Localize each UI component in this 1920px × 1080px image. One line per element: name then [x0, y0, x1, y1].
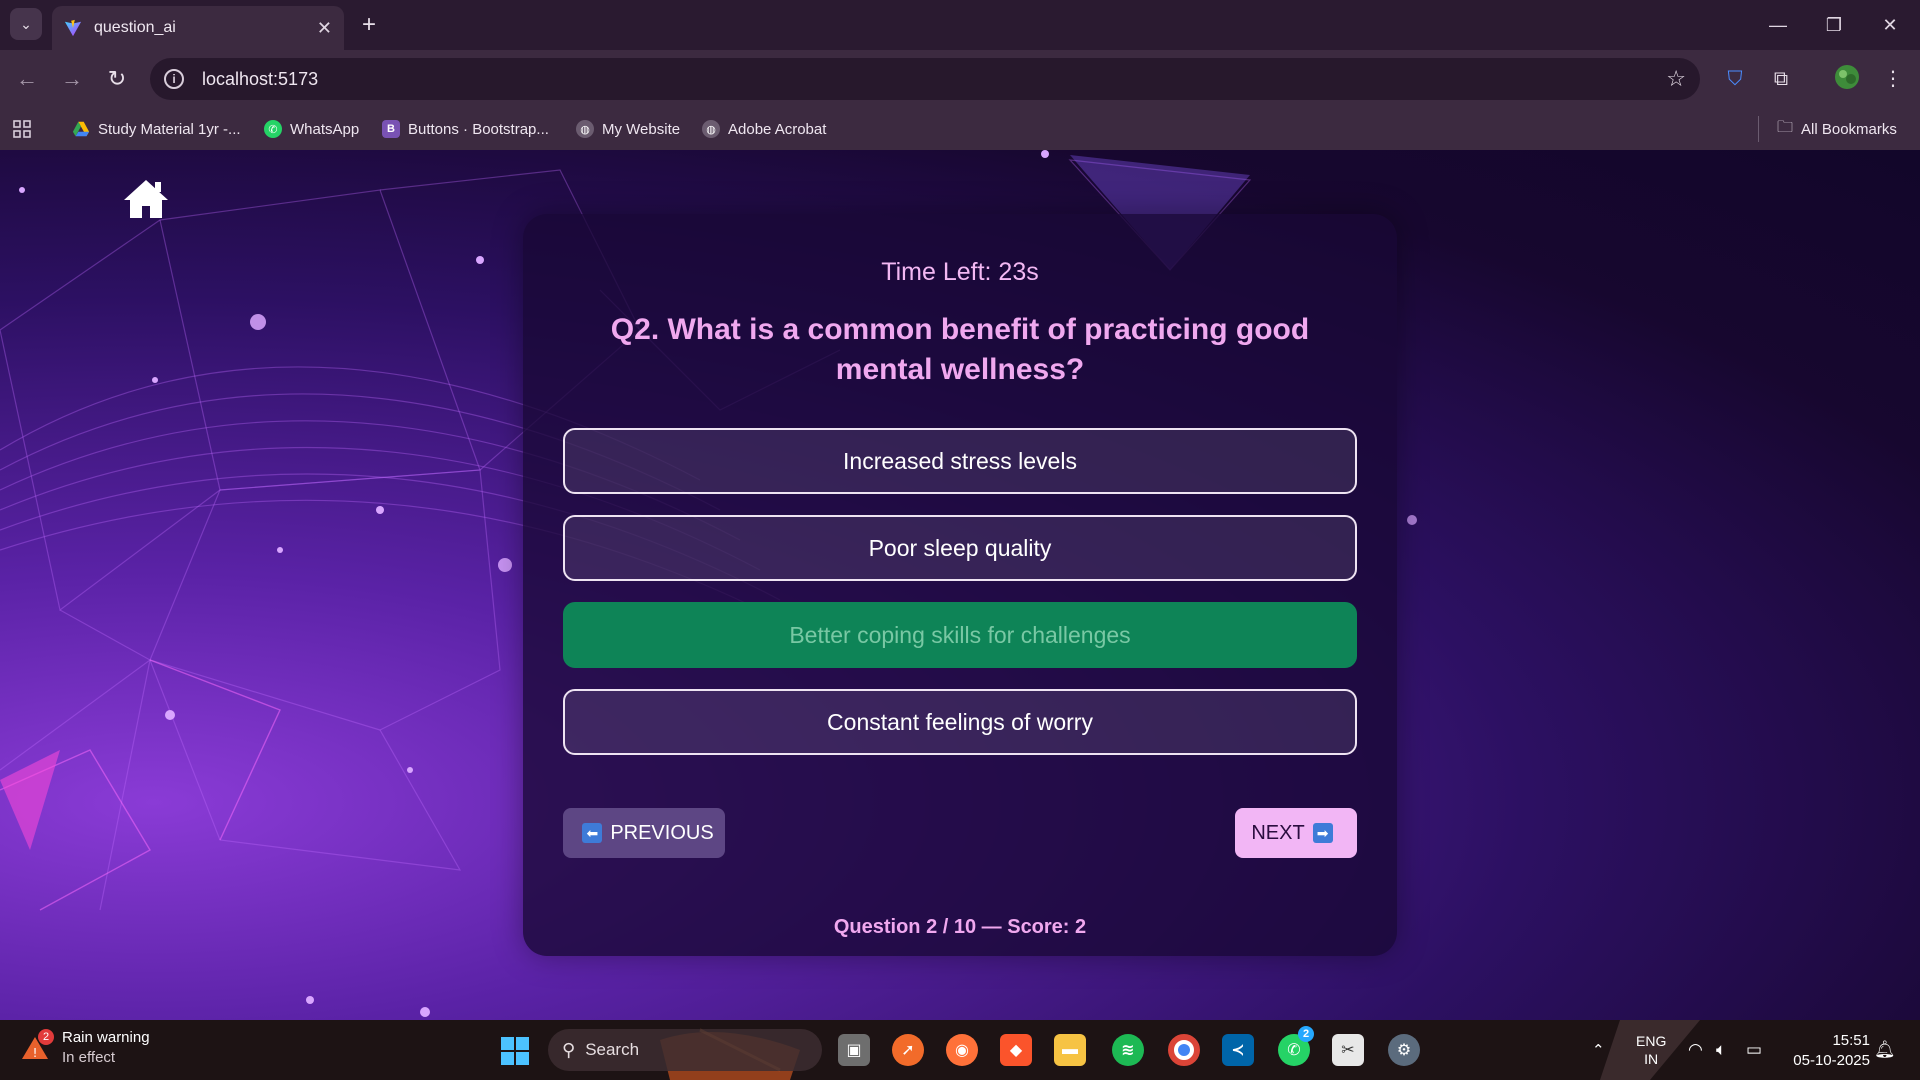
extension-shield-icon[interactable]: ⛉ — [1720, 64, 1750, 94]
site-info-icon[interactable]: i — [164, 69, 184, 89]
windows-start-icon[interactable] — [500, 1036, 530, 1066]
browser-tab-strip: ⌄ question_ai ✕ + — ❐ ✕ — [0, 0, 1920, 50]
notification-bell-icon[interactable]: 🔔︎ — [1874, 1020, 1896, 1080]
language-indicator[interactable]: ENG IN — [1636, 1020, 1666, 1080]
apps-grid-icon[interactable] — [12, 116, 32, 142]
arrow-left-icon: ⬅ — [582, 823, 603, 843]
settings-gear-icon[interactable]: ⚙ — [1388, 1034, 1420, 1066]
url-text: localhost:5173 — [202, 68, 319, 89]
option-3-correct[interactable]: Better coping skills for challenges — [563, 602, 1357, 668]
search-icon: ⚲ — [562, 1039, 576, 1060]
show-hidden-icons[interactable]: ⌃ — [1592, 1020, 1605, 1080]
progress-score-text: Question 2 / 10 — Score: 2 — [833, 916, 1087, 938]
task-view-icon[interactable]: ▣ — [838, 1034, 870, 1066]
bootstrap-icon: B — [382, 120, 400, 138]
address-bar[interactable]: i localhost:5173 ☆ — [150, 58, 1700, 100]
clock-time: 15:51 — [1832, 1032, 1870, 1049]
battery-icon[interactable]: ▭ — [1746, 1020, 1762, 1080]
whatsapp-badge: 2 — [1298, 1026, 1314, 1042]
back-icon[interactable]: ← — [12, 64, 42, 94]
globe-icon: ◍ — [702, 120, 720, 138]
spotify-icon[interactable]: ≋ — [1112, 1034, 1144, 1066]
option-1[interactable]: Increased stress levels — [563, 428, 1357, 494]
chrome-icon[interactable] — [1168, 1034, 1200, 1066]
bookmark-my-website[interactable]: ◍ My Website — [576, 116, 680, 142]
clock-date: 05-10-2025 — [1793, 1052, 1870, 1069]
weather-title: Rain warning — [62, 1029, 150, 1046]
reload-icon[interactable]: ↻ — [102, 64, 132, 94]
chevron-down-icon: ⌄ — [20, 15, 32, 32]
browser-toolbar: ← → ↻ i localhost:5173 ☆ ⛉ ⧉ ⋮ — [0, 50, 1920, 108]
volume-icon[interactable]: 🔈︎ — [1716, 1020, 1726, 1080]
snipping-tool-icon[interactable]: ✂ — [1332, 1034, 1364, 1066]
next-button[interactable]: NEXT ➡ — [1235, 808, 1357, 858]
option-2[interactable]: Poor sleep quality — [563, 515, 1357, 581]
globe-icon: ◍ — [576, 120, 594, 138]
bookmark-study-material[interactable]: Study Material 1yr -... — [72, 116, 241, 142]
arrow-right-icon: ➡ — [1312, 823, 1333, 843]
quiz-page: Time Left: 23s Q2. What is a common bene… — [0, 150, 1920, 1020]
bookmark-bootstrap[interactable]: B Buttons · Bootstrap... — [382, 116, 549, 142]
taskbar-search[interactable]: ⚲ Search — [548, 1029, 822, 1071]
profile-avatar[interactable] — [1832, 64, 1862, 94]
tab-search-button[interactable]: ⌄ — [10, 8, 42, 40]
compass-app-icon[interactable]: ➚ — [892, 1034, 924, 1066]
restore-icon[interactable]: ❐ — [1814, 10, 1854, 40]
tab-title: question_ai — [94, 19, 176, 36]
question-text: Q2. What is a common benefit of practici… — [610, 313, 1310, 386]
rain-warning-icon: ! 2 — [20, 1029, 54, 1063]
forward-icon[interactable]: → — [57, 64, 87, 94]
firefox-icon[interactable]: ◉ — [946, 1034, 978, 1066]
folder-icon: 🗀 — [1777, 118, 1794, 136]
whatsapp-taskbar-icon[interactable]: ✆ 2 — [1278, 1026, 1314, 1066]
system-clock[interactable]: 15:51 05-10-2025 — [1793, 1031, 1870, 1071]
previous-button[interactable]: ⬅ PREVIOUS — [563, 808, 725, 858]
timer-text: Time Left: 23s — [881, 258, 1039, 286]
menu-kebab-icon[interactable]: ⋮ — [1878, 64, 1908, 94]
brave-icon[interactable]: ◆ — [1000, 1034, 1032, 1066]
vite-favicon-icon — [64, 19, 82, 37]
minimize-icon[interactable]: — — [1758, 10, 1798, 40]
bookmark-whatsapp[interactable]: ✆ WhatsApp — [264, 116, 359, 142]
home-icon[interactable] — [122, 178, 170, 220]
weather-subtitle: In effect — [62, 1049, 116, 1066]
weather-widget[interactable]: ! 2 Rain warning In effect — [20, 1028, 150, 1068]
file-explorer-icon[interactable]: ▬ — [1054, 1034, 1086, 1066]
bookmarks-bar: Study Material 1yr -... ✆ WhatsApp B But… — [0, 108, 1920, 150]
new-tab-button[interactable]: + — [354, 10, 384, 40]
close-window-icon[interactable]: ✕ — [1870, 10, 1910, 40]
browser-tab[interactable]: question_ai ✕ — [52, 6, 344, 50]
vscode-icon[interactable]: ≺ — [1222, 1034, 1254, 1066]
google-drive-icon — [72, 121, 90, 137]
svg-text:!: ! — [33, 1046, 38, 1060]
option-4[interactable]: Constant feelings of worry — [563, 689, 1357, 755]
windows-taskbar: ! 2 Rain warning In effect ⚲ Search ▣ ➚ … — [0, 1020, 1920, 1080]
bookmark-adobe-acrobat[interactable]: ◍ Adobe Acrobat — [702, 116, 826, 142]
bookmark-star-icon[interactable]: ☆ — [1666, 66, 1686, 92]
all-bookmarks-button[interactable]: 🗀 All Bookmarks — [1758, 116, 1897, 142]
whatsapp-icon: ✆ — [264, 120, 282, 138]
quiz-card: Time Left: 23s Q2. What is a common bene… — [523, 214, 1397, 956]
wifi-icon[interactable]: ◠ — [1688, 1020, 1703, 1080]
extensions-puzzle-icon[interactable]: ⧉ — [1766, 64, 1796, 94]
weather-badge: 2 — [38, 1029, 54, 1045]
close-tab-icon[interactable]: ✕ — [317, 18, 332, 39]
